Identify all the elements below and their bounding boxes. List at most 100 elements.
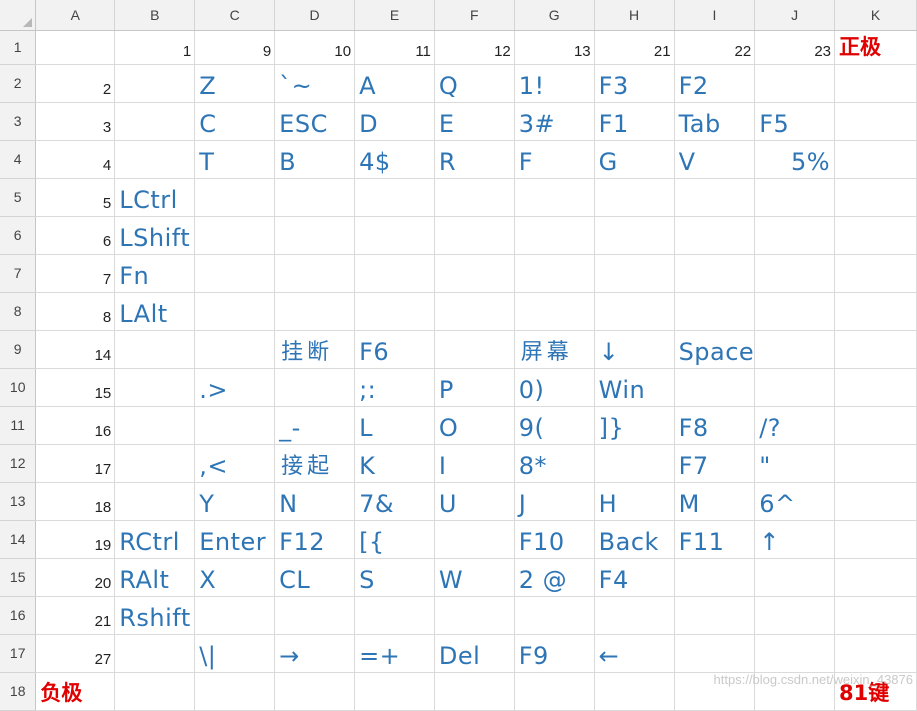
cell-f6[interactable]	[434, 216, 515, 255]
cell-d14[interactable]: F12	[274, 520, 356, 559]
cell-g15[interactable]: 2 @	[514, 558, 595, 597]
cell-j16[interactable]	[754, 596, 836, 635]
cell-h13[interactable]: H	[594, 482, 675, 521]
cell-k3[interactable]	[834, 102, 917, 141]
cell-i3[interactable]: Tab	[674, 102, 756, 141]
cell-e6[interactable]	[354, 216, 435, 255]
cell-c9[interactable]	[194, 330, 276, 369]
cell-b7[interactable]: Fn	[114, 254, 196, 293]
row-header-13[interactable]: 13	[0, 482, 37, 521]
cell-f14[interactable]	[434, 520, 515, 559]
cell-k1[interactable]: 正极	[834, 30, 917, 65]
cell-a13[interactable]: 18	[35, 482, 116, 521]
cell-a10[interactable]: 15	[35, 368, 116, 407]
cell-a2[interactable]: 2	[35, 64, 116, 103]
cell-k10[interactable]	[834, 368, 917, 407]
cell-a7[interactable]: 7	[35, 254, 116, 293]
cell-f10[interactable]: P	[434, 368, 515, 407]
column-header-d[interactable]: D	[274, 0, 356, 31]
cell-b15[interactable]: RAlt	[114, 558, 196, 597]
cell-e18[interactable]	[354, 672, 435, 711]
cell-a17[interactable]: 27	[35, 634, 116, 673]
cell-g4[interactable]: F	[514, 140, 595, 179]
cell-e5[interactable]	[354, 178, 435, 217]
row-header-9[interactable]: 9	[0, 330, 37, 369]
cell-i10[interactable]	[674, 368, 756, 407]
cell-c3[interactable]: C	[194, 102, 276, 141]
cell-i9[interactable]: Space	[674, 330, 756, 369]
cell-h2[interactable]: F3	[594, 64, 675, 103]
cell-i8[interactable]	[674, 292, 756, 331]
cell-k16[interactable]	[834, 596, 917, 635]
cell-e16[interactable]	[354, 596, 435, 635]
cell-f15[interactable]: W	[434, 558, 515, 597]
column-header-e[interactable]: E	[354, 0, 435, 31]
cell-i2[interactable]: F2	[674, 64, 756, 103]
cell-h12[interactable]	[594, 444, 675, 483]
cell-e9[interactable]: F6	[354, 330, 435, 369]
cell-k13[interactable]	[834, 482, 917, 521]
cell-g12[interactable]: 8*	[514, 444, 595, 483]
cell-e3[interactable]: D	[354, 102, 435, 141]
cell-d11[interactable]: _-	[274, 406, 356, 445]
cell-g5[interactable]	[514, 178, 595, 217]
cell-f17[interactable]: Del	[434, 634, 515, 673]
cell-c11[interactable]	[194, 406, 276, 445]
cell-e10[interactable]: ;:	[354, 368, 435, 407]
cell-d6[interactable]	[274, 216, 356, 255]
cell-h15[interactable]: F4	[594, 558, 675, 597]
row-header-3[interactable]: 3	[0, 102, 37, 141]
cell-i14[interactable]: F11	[674, 520, 756, 559]
cell-i12[interactable]: F7	[674, 444, 756, 483]
row-header-15[interactable]: 15	[0, 558, 37, 597]
cell-e15[interactable]: S	[354, 558, 435, 597]
column-header-a[interactable]: A	[35, 0, 116, 31]
cell-g17[interactable]: F9	[514, 634, 595, 673]
cell-k15[interactable]	[834, 558, 917, 597]
cell-e12[interactable]: K	[354, 444, 435, 483]
row-header-8[interactable]: 8	[0, 292, 37, 331]
cell-b3[interactable]	[114, 102, 196, 141]
cell-h10[interactable]: Win	[594, 368, 675, 407]
cell-a5[interactable]: 5	[35, 178, 116, 217]
cell-a12[interactable]: 17	[35, 444, 116, 483]
cell-g18[interactable]	[514, 672, 595, 711]
cell-k4[interactable]	[834, 140, 917, 179]
cell-a15[interactable]: 20	[35, 558, 116, 597]
cell-c16[interactable]	[194, 596, 276, 635]
cell-b11[interactable]	[114, 406, 196, 445]
cell-e17[interactable]: =+	[354, 634, 435, 673]
cell-d4[interactable]: B	[274, 140, 356, 179]
cell-g14[interactable]: F10	[514, 520, 595, 559]
cell-h8[interactable]	[594, 292, 675, 331]
row-header-1[interactable]: 1	[0, 30, 37, 65]
cell-b1[interactable]: 1	[114, 30, 196, 65]
cell-e2[interactable]: A	[354, 64, 435, 103]
cell-b6[interactable]: LShift	[114, 216, 196, 255]
cell-k9[interactable]	[834, 330, 917, 369]
cell-e13[interactable]: 7&	[354, 482, 435, 521]
cell-b13[interactable]	[114, 482, 196, 521]
cell-i16[interactable]	[674, 596, 756, 635]
cell-c7[interactable]	[194, 254, 276, 293]
cell-g1[interactable]: 13	[514, 30, 595, 65]
cell-g7[interactable]	[514, 254, 595, 293]
column-header-b[interactable]: B	[114, 0, 196, 31]
cell-h14[interactable]: Back	[594, 520, 675, 559]
cell-e8[interactable]	[354, 292, 435, 331]
cell-h18[interactable]	[594, 672, 675, 711]
cell-j13[interactable]: 6^	[754, 482, 836, 521]
cell-k5[interactable]	[834, 178, 917, 217]
cell-a16[interactable]: 21	[35, 596, 116, 635]
cell-k14[interactable]	[834, 520, 917, 559]
column-header-h[interactable]: H	[594, 0, 675, 31]
cell-d17[interactable]: →	[274, 634, 356, 673]
cell-g13[interactable]: J	[514, 482, 595, 521]
cell-f1[interactable]: 12	[434, 30, 515, 65]
cell-h9[interactable]: ↓	[594, 330, 675, 369]
cell-j1[interactable]: 23	[754, 30, 836, 65]
cell-c5[interactable]	[194, 178, 276, 217]
cell-d13[interactable]: N	[274, 482, 356, 521]
row-header-5[interactable]: 5	[0, 178, 37, 217]
column-header-i[interactable]: I	[674, 0, 756, 31]
